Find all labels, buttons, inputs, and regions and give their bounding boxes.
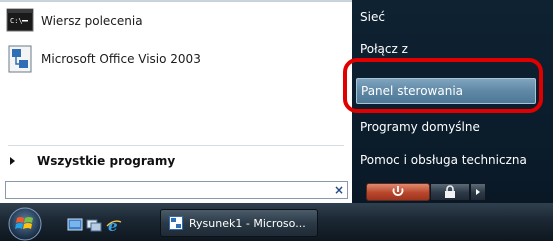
menu-item-label: Pomoc i obsługa techniczna [360,153,527,167]
menu-item-label: Sieć [360,10,385,24]
shutdown-options-button[interactable] [470,183,486,201]
svg-text:e: e [108,217,118,233]
search-input[interactable]: × [5,181,348,199]
menu-item-label: Programy domyślne [360,120,480,134]
taskbar-button-rysunek1[interactable]: Rysunek1 - Microso... [160,209,318,237]
panel-top-border [0,0,352,2]
power-icon [392,186,404,196]
menu-item-programy-domyslne[interactable]: Programy domyślne [360,116,480,138]
visio-icon [8,45,32,73]
menu-item-polacz-z[interactable]: Połącz z [360,38,408,60]
power-button[interactable] [366,183,430,201]
program-label: Wiersz polecenia [41,14,143,28]
start-menu-programs-panel: C:\ Wiersz polecenia Microsoft Office Vi… [0,0,352,203]
menu-item-siec[interactable]: Sieć [360,6,385,28]
visio-icon [169,216,183,230]
clear-search-icon[interactable]: × [334,183,344,197]
triangle-right-icon [10,157,15,165]
annotation-highlight-ring [343,58,543,113]
arrow-right-icon [476,189,480,195]
menu-item-pomoc[interactable]: Pomoc i obsługa techniczna [360,149,527,171]
show-desktop-icon[interactable] [67,217,83,233]
lock-button[interactable] [430,183,470,201]
program-item-visio[interactable]: Microsoft Office Visio 2003 [6,42,342,76]
start-orb-icon[interactable] [2,206,48,241]
all-programs-button[interactable]: Wszystkie programy [10,152,175,170]
program-label: Microsoft Office Visio 2003 [41,52,201,66]
switch-windows-icon[interactable] [86,217,102,233]
taskbar-button-label: Rysunek1 - Microso... [189,216,306,230]
menu-item-label: Połącz z [360,42,408,56]
lock-icon [445,185,455,198]
cmd-icon: C:\ [6,8,34,32]
all-programs-label: Wszystkie programy [37,154,176,168]
ie-icon[interactable]: e [106,217,122,233]
svg-text:C:\: C:\ [10,17,23,25]
separator [8,145,344,146]
program-item-wiersz-polecenia[interactable]: C:\ Wiersz polecenia [6,4,342,38]
